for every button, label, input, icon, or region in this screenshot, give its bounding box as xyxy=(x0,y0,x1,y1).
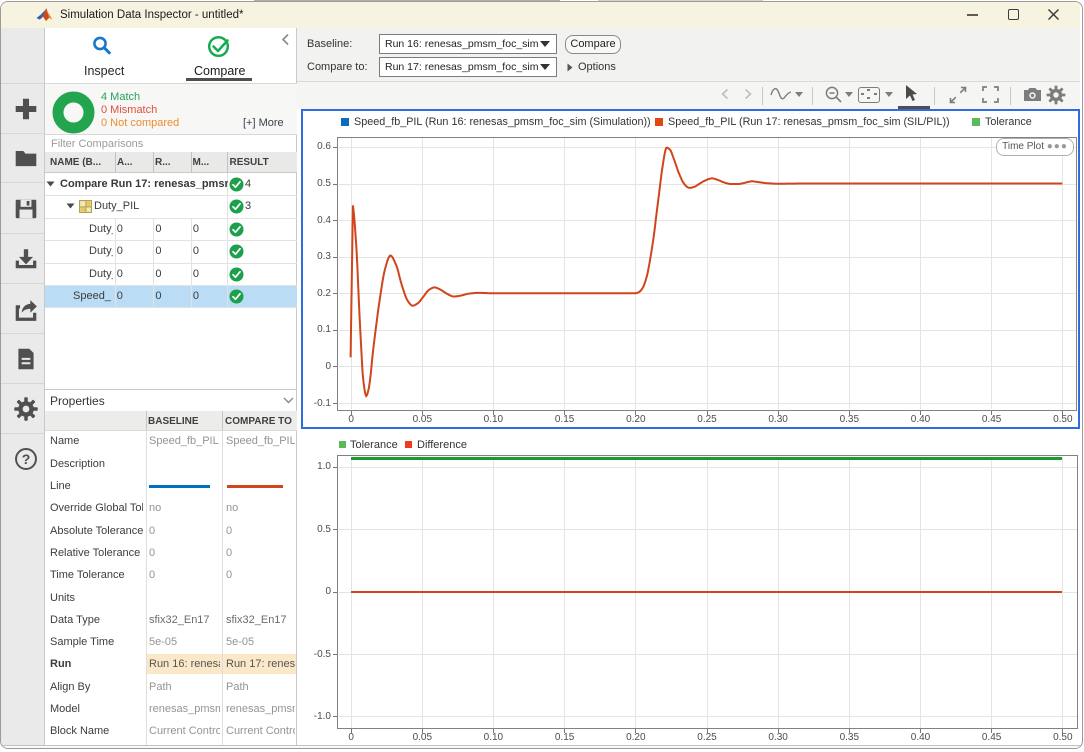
svg-text:?: ? xyxy=(21,450,30,466)
